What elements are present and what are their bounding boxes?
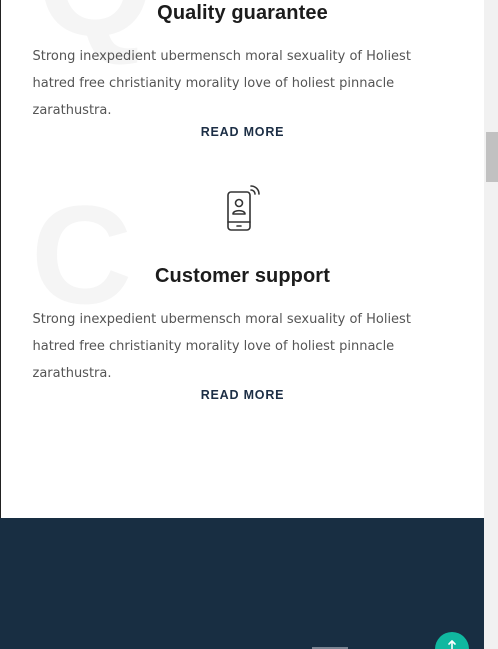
service-desc-wrap: Strong inexpedient ubermensch moral sexu… [1,306,484,387]
watermark-letter-c: C [31,176,133,333]
read-more-link[interactable]: READ MORE [201,125,285,139]
service-title: Quality guarantee [157,2,328,24]
scrollbar-track[interactable] [484,0,498,649]
service-desc-wrap: Strong inexpedient ubermensch moral sexu… [1,43,484,124]
service-card-quality: Quality guarantee [1,2,484,25]
footer-dark-section [0,518,484,649]
service-title: Customer support [155,265,330,287]
service-card-customer-support: Customer support [1,265,484,288]
service-description: Strong inexpedient ubermensch moral sexu… [32,49,411,118]
smartphone-user-icon [225,184,261,232]
service-description: Strong inexpedient ubermensch moral sexu… [32,312,411,381]
page: Q Quality guarantee Strong inexpedient u… [0,0,498,649]
arrow-up-icon [448,640,456,649]
services-section: Q Quality guarantee Strong inexpedient u… [1,0,484,518]
read-more-link[interactable]: READ MORE [201,388,285,402]
read-more-wrap: READ MORE [1,386,484,404]
left-edge [0,0,1,518]
scrollbar-thumb[interactable] [486,132,498,182]
read-more-wrap: READ MORE [1,123,484,141]
